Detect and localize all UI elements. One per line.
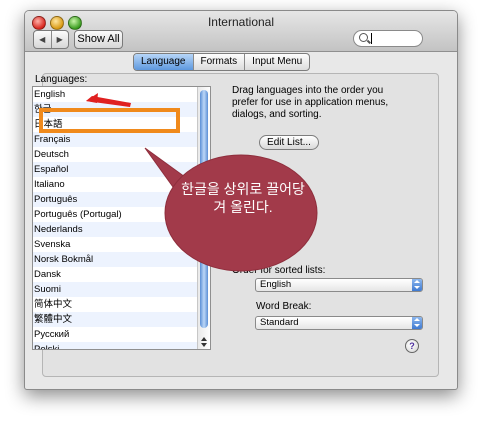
callout-text: 한글을 상위로 끌어당겨 올린다. bbox=[181, 181, 305, 215]
highlight-box bbox=[39, 108, 180, 133]
arrowhead-icon bbox=[86, 93, 98, 103]
